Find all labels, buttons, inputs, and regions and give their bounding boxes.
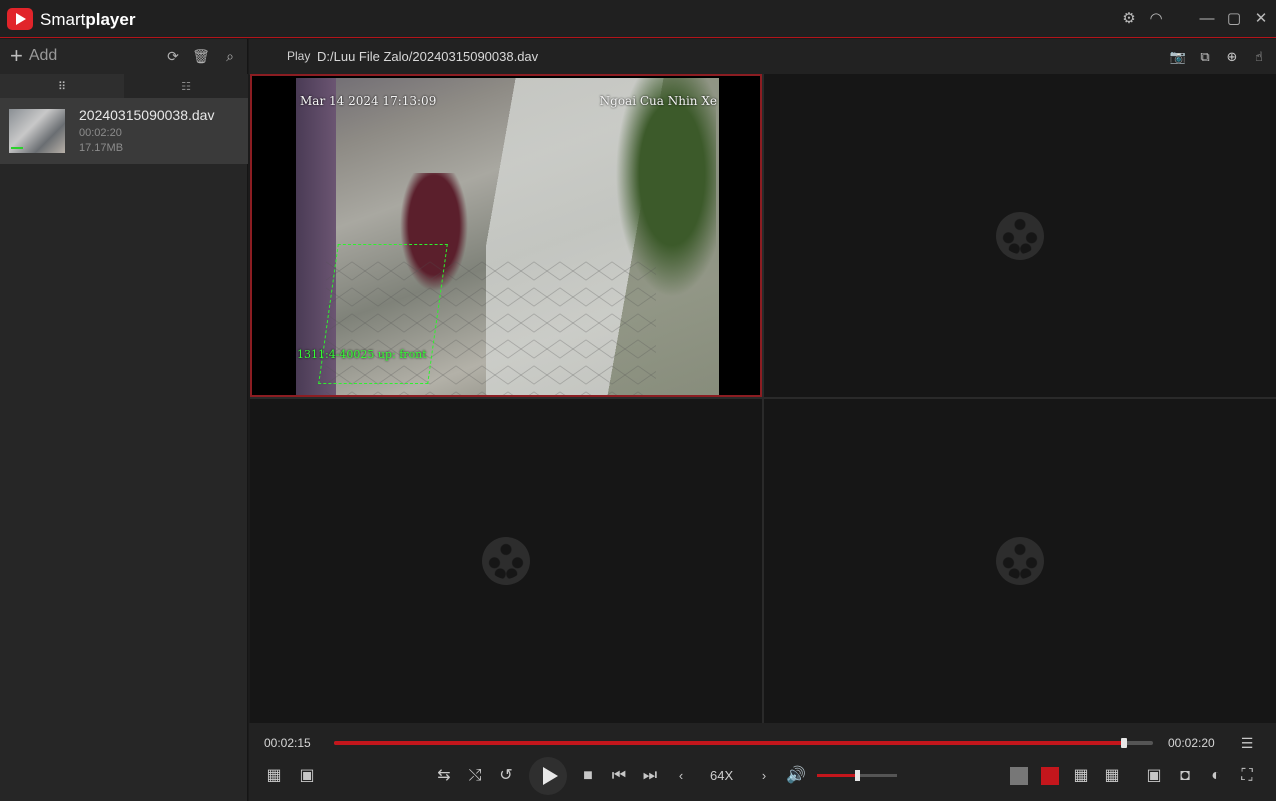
clip-icon[interactable]: ▦ bbox=[264, 766, 284, 786]
volume-fill bbox=[817, 774, 857, 777]
layout-16-icon[interactable]: ▦ bbox=[1102, 766, 1122, 786]
tab-thumbnail-view[interactable]: ⠿ bbox=[0, 74, 124, 98]
app-logo-icon bbox=[7, 8, 33, 30]
window-mode-icon[interactable]: ▣ bbox=[1144, 766, 1164, 786]
film-reel-icon bbox=[996, 537, 1044, 585]
file-sidebar: + Add ⟳ 🗑 ⌕ ⠿ ☷ 20240315090038.dav 00:02… bbox=[0, 39, 248, 801]
fisheye-icon[interactable]: ◐ bbox=[1206, 766, 1226, 786]
volume-icon[interactable]: 🔊 bbox=[786, 766, 806, 786]
file-name: 20240315090038.dav bbox=[79, 107, 215, 123]
video-window-4[interactable] bbox=[764, 399, 1276, 723]
toolbox-icon[interactable]: ▣ bbox=[297, 766, 317, 786]
video-window-1[interactable]: Mar 14 2024 17:13:09 Ngoai Cua Nhin Xe 1… bbox=[250, 74, 762, 397]
repeat-segment-icon[interactable]: ⇆ bbox=[434, 766, 454, 786]
add-label: Add bbox=[28, 47, 58, 64]
film-reel-icon bbox=[482, 537, 530, 585]
current-time: 00:02:15 bbox=[264, 736, 311, 750]
osd-date: Mar 14 2024 17:13:09 bbox=[300, 94, 437, 108]
fullscreen-icon[interactable]: ⛶ bbox=[1237, 766, 1257, 786]
hand-icon[interactable]: ☝ bbox=[1250, 48, 1268, 66]
sync-play-icon[interactable]: ⤭ bbox=[465, 766, 485, 786]
playback-controls: 00:02:15 00:02:20 ☰ ▦ ▣ ⇆ ⤭ ↺ ■ ⏮ ⏭ ‹ 64… bbox=[249, 723, 1276, 801]
video-thumbnail bbox=[9, 109, 65, 153]
tab-list-view[interactable]: ☷ bbox=[124, 74, 248, 98]
maximize-icon[interactable]: ▢ bbox=[1225, 10, 1243, 28]
play-label: Play bbox=[287, 49, 311, 63]
total-time: 00:02:20 bbox=[1168, 736, 1215, 750]
video-window-3[interactable] bbox=[250, 399, 762, 723]
speed-value: 64X bbox=[710, 768, 734, 783]
headset-icon[interactable]: ◠ bbox=[1147, 10, 1165, 28]
volume-slider[interactable] bbox=[817, 770, 897, 781]
minimize-icon[interactable]: — bbox=[1198, 10, 1216, 28]
slower-icon[interactable]: ‹ bbox=[671, 766, 691, 786]
file-duration: 00:02:20 bbox=[79, 127, 122, 139]
video-wall-icon[interactable]: ◘ bbox=[1175, 766, 1195, 786]
snapshot-icon[interactable]: 📷 bbox=[1169, 48, 1187, 66]
refresh-icon[interactable]: ⟳ bbox=[164, 47, 182, 65]
next-frame-icon[interactable]: ⏭ bbox=[640, 766, 660, 786]
list-item[interactable]: 20240315090038.dav 00:02:20 17.17MB bbox=[0, 98, 248, 164]
stop-icon[interactable]: ■ bbox=[578, 766, 598, 786]
video-window-2[interactable] bbox=[764, 74, 1276, 397]
app-title: Smartplayer bbox=[40, 10, 136, 29]
settings-icon[interactable]: ⚙ bbox=[1120, 10, 1138, 28]
layout-1-icon[interactable] bbox=[1010, 767, 1028, 785]
previous-frame-icon[interactable]: ⏮ bbox=[609, 766, 629, 786]
osd-detection-text: 1311:4-40025 up: front bbox=[297, 348, 427, 361]
close-icon[interactable]: ✕ bbox=[1252, 10, 1270, 28]
file-size: 17.17MB bbox=[79, 142, 124, 154]
progress-handle[interactable] bbox=[1120, 738, 1127, 748]
video-grid: Mar 14 2024 17:13:09 Ngoai Cua Nhin Xe 1… bbox=[250, 74, 1276, 723]
video-frame: Mar 14 2024 17:13:09 Ngoai Cua Nhin Xe 1… bbox=[296, 78, 719, 395]
plus-icon: + bbox=[10, 43, 23, 68]
add-file-button[interactable]: + Add bbox=[10, 43, 58, 68]
volume-handle[interactable] bbox=[855, 770, 860, 781]
rewind-icon[interactable]: ↺ bbox=[496, 766, 516, 786]
layout-4-icon[interactable] bbox=[1041, 767, 1059, 785]
search-icon[interactable]: ⌕ bbox=[221, 47, 239, 65]
detection-region bbox=[318, 244, 448, 384]
file-path: D:/Luu File Zalo/20240315090038.dav bbox=[317, 49, 539, 64]
path-bar: Play D:/Luu File Zalo/20240315090038.dav… bbox=[249, 39, 1276, 75]
trash-icon[interactable]: 🗑 bbox=[192, 47, 210, 65]
osd-camera-name: Ngoai Cua Nhin Xe bbox=[599, 94, 717, 108]
progress-fill bbox=[334, 741, 1124, 745]
title-bar: Smartplayer ⚙ ◠ — ▢ ✕ bbox=[0, 0, 1276, 38]
play-button[interactable] bbox=[529, 757, 567, 795]
zoom-icon[interactable]: ⊕ bbox=[1223, 48, 1241, 66]
view-tabs: ⠿ ☷ bbox=[0, 74, 248, 98]
playlist-toggle-icon[interactable]: ☰ bbox=[1237, 733, 1257, 753]
progress-slider[interactable] bbox=[334, 738, 1153, 748]
faster-icon[interactable]: › bbox=[754, 766, 774, 786]
layout-9-icon[interactable]: ▦ bbox=[1071, 766, 1091, 786]
film-reel-icon bbox=[996, 211, 1044, 260]
multi-snapshot-icon[interactable]: ⧉ bbox=[1196, 48, 1214, 66]
